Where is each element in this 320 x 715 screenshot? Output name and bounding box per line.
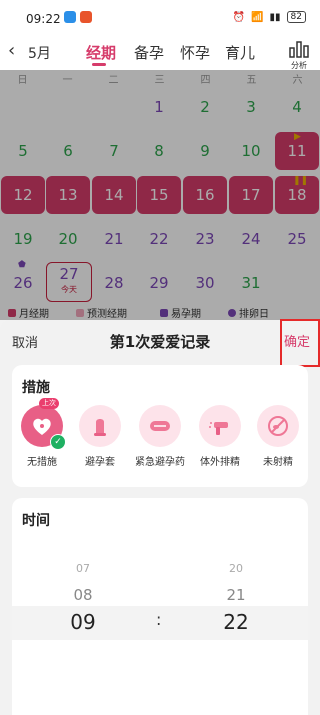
modal-backdrop[interactable] <box>0 70 320 320</box>
check-icon: ✓ <box>50 434 66 450</box>
record-sheet: 取消 第1次爱爱记录 确定 措施 上次 ✓ 无措施 避孕套 紧急避孕药 体外排精… <box>0 319 320 715</box>
confirm-label: 确定 <box>284 335 311 350</box>
last-badge: 上次 <box>39 398 59 409</box>
measure-label: 紧急避孕药 <box>135 457 185 468</box>
sheet-title: 第1次爱爱记录 <box>109 333 211 351</box>
measure-circle <box>139 405 181 447</box>
measure-circle <box>79 405 121 447</box>
condom-icon <box>94 419 106 436</box>
measure-label: 未射精 <box>263 457 293 468</box>
status-time: 09:22 <box>26 12 61 26</box>
measure-circle: 上次 ✓ <box>21 398 66 450</box>
measure-label: 避孕套 <box>85 457 115 468</box>
measure-option-condom[interactable]: 避孕套 <box>72 405 128 468</box>
time-separator: : <box>156 610 162 629</box>
tab-period[interactable]: 经期 <box>86 42 116 63</box>
tab-prepare[interactable]: 备孕 <box>134 42 164 63</box>
sheet-header: 取消 第1次爱爱记录 确定 <box>0 319 320 367</box>
notification-icons <box>64 11 92 23</box>
battery-icon: 82 <box>286 11 306 23</box>
month-label[interactable]: 5月 <box>28 43 51 63</box>
bar-chart-icon <box>289 41 309 58</box>
alarm-icon: ⏰ <box>232 11 246 23</box>
minute-option[interactable]: 20 <box>206 562 266 575</box>
measure-option-no-ejaculation[interactable]: 未射精 <box>250 405 306 468</box>
measure-label: 无措施 <box>27 457 57 468</box>
back-chevron-icon[interactable]: ‹ <box>8 40 15 61</box>
hour-option[interactable]: 07 <box>53 562 113 575</box>
minute-option[interactable]: 21 <box>206 586 266 604</box>
measure-option-withdrawal[interactable]: 体外排精 <box>192 405 248 468</box>
hour-option[interactable]: 08 <box>53 586 113 604</box>
confirm-button[interactable]: 确定 <box>280 319 320 367</box>
wifi-icon: 📶 <box>251 11 264 23</box>
hour-selected[interactable]: 09 <box>53 610 113 634</box>
measure-circle <box>199 405 241 447</box>
no-sperm-icon <box>268 416 288 436</box>
system-icons: ⏰ 📶 ▮▮ 82 <box>233 11 306 23</box>
heart-lock-icon <box>33 418 51 435</box>
minute-selected[interactable]: 22 <box>206 610 266 634</box>
status-bar: 09:22 ⏰ 📶 ▮▮ 82 <box>0 0 320 34</box>
tab-parenting[interactable]: 育儿 <box>225 42 255 63</box>
measure-label: 体外排精 <box>200 457 240 468</box>
tab-pregnancy[interactable]: 怀孕 <box>180 42 210 63</box>
analysis-button[interactable]: 分析 <box>286 40 312 71</box>
measure-circle <box>257 405 299 447</box>
measures-card: 措施 上次 ✓ 无措施 避孕套 紧急避孕药 体外排精 未射精 <box>12 365 308 487</box>
measure-option-emergency-pill[interactable]: 紧急避孕药 <box>130 405 190 468</box>
app-notification-icon <box>64 11 76 23</box>
spray-gun-icon <box>209 422 228 435</box>
pill-icon <box>150 421 170 431</box>
app-notification-icon <box>80 11 92 23</box>
top-nav: ‹ 5月 经期 备孕 怀孕 育儿 <box>0 34 320 70</box>
time-card: 时间 07 08 09 : 20 21 22 <box>12 498 308 715</box>
measure-option-none[interactable]: 上次 ✓ 无措施 <box>14 398 70 468</box>
active-tab-indicator <box>92 63 106 66</box>
measures-title: 措施 <box>22 380 50 396</box>
time-title: 时间 <box>22 513 50 529</box>
time-picker[interactable]: 07 08 09 : 20 21 22 <box>12 546 308 676</box>
signal-icon: ▮▮ <box>269 11 281 23</box>
